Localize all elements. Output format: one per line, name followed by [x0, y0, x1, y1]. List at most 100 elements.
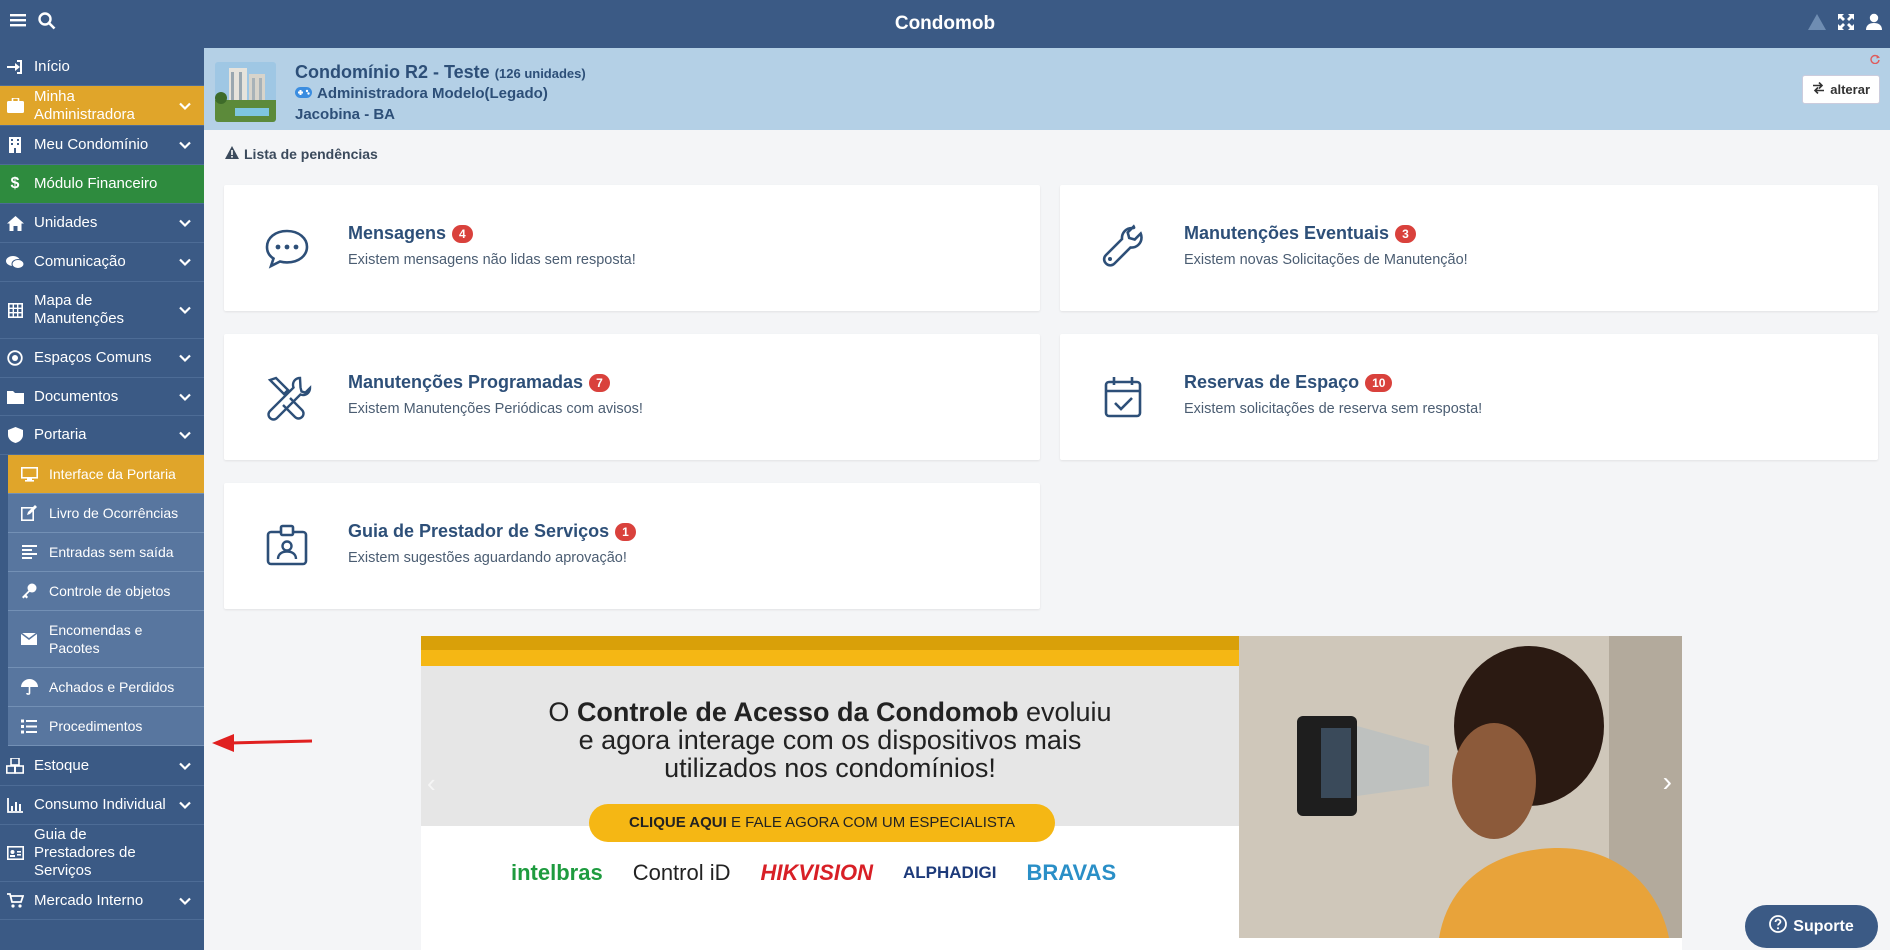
condo-name: Condomínio R2 - Teste (126 unidades)	[295, 62, 586, 83]
submenu-item-achados-e-perdidos[interactable]: Achados e Perdidos	[8, 668, 204, 707]
brand-logo-alphadigi: ALPHADIGI	[902, 863, 997, 882]
sidebar-item-modulo-financeiro[interactable]: $ Módulo Financeiro	[0, 165, 204, 204]
carousel-next-arrow[interactable]: ›	[1663, 766, 1672, 798]
chevron-down-icon	[179, 219, 191, 228]
count-badge: 4	[452, 224, 473, 243]
app-title: Condomob	[894, 13, 996, 34]
pending-card-reservas-de-espaco[interactable]: Reservas de Espaço 10 Existem solicitaçõ…	[1060, 334, 1878, 460]
support-label: Suporte	[1793, 917, 1854, 935]
fullscreen-icon[interactable]	[1838, 13, 1854, 30]
sidebar-item-comunicacao[interactable]: Comunicação	[0, 243, 204, 282]
sidebar-item-estoque[interactable]: Estoque	[0, 746, 204, 786]
condo-units: (126 unidades)	[494, 66, 586, 81]
top-navbar: Condomob	[0, 0, 1890, 48]
pending-card-guia-prestador[interactable]: Guia de Prestador de Serviços 1 Existem …	[224, 483, 1040, 609]
sidebar-item-meu-condominio[interactable]: Meu Condomínio	[0, 126, 204, 165]
align-left-icon	[20, 543, 38, 561]
pending-card-manutencoes-programadas[interactable]: Manutenções Programadas 7 Existem Manute…	[224, 334, 1040, 460]
shield-icon	[6, 426, 24, 444]
banner-cta-bold: CLIQUE AQUI	[629, 814, 727, 831]
submenu-item-livro-de-ocorrencias[interactable]: Livro de Ocorrências	[8, 494, 204, 533]
submenu-item-label: Controle de objetos	[49, 583, 171, 599]
brand-logo-hikvision: HIKVISION	[760, 860, 873, 885]
submenu-item-entradas-sem-saida[interactable]: Entradas sem saída	[8, 533, 204, 572]
submenu-item-procedimentos[interactable]: Procedimentos	[8, 707, 204, 746]
comments-icon	[6, 253, 24, 271]
condo-header: Condomínio R2 - Teste (126 unidades) Adm…	[204, 48, 1890, 130]
pending-card-manutencoes-eventuais[interactable]: Manutenções Eventuais 3 Existem novas So…	[1060, 185, 1878, 311]
sidebar-item-label: Unidades	[34, 214, 98, 231]
brand-logo-intelbras: intelbras	[511, 860, 603, 885]
sidebar-item-consumo-individual[interactable]: Consumo Individual	[0, 786, 204, 825]
user-icon[interactable]	[1866, 13, 1882, 30]
pending-card-mensagens[interactable]: Mensagens 4 Existem mensagens não lidas …	[224, 185, 1040, 311]
brand-logo-bravas: BRAVAS	[1026, 860, 1117, 885]
brand-logo-controlid: Control iD	[632, 860, 731, 885]
sidebar-item-label: Meu Condomínio	[34, 136, 149, 153]
count-badge: 3	[1395, 224, 1416, 243]
refresh-icon[interactable]	[1870, 54, 1880, 64]
condo-admin: Administradora Modelo(Legado)	[295, 85, 548, 102]
banner-line1-prefix: O	[548, 697, 577, 727]
sidebar-item-minha-administradora[interactable]: Minha Administradora	[0, 86, 204, 126]
promo-banner-carousel[interactable]: O Controle de Acesso da Condomob evoluiu…	[421, 636, 1682, 950]
sidebar-item-label: Consumo Individual	[34, 796, 166, 813]
submenu-item-controle-de-objetos[interactable]: Controle de objetos	[8, 572, 204, 611]
change-condo-label: alterar	[1830, 82, 1870, 97]
sidebar-item-mercado-interno[interactable]: Mercado Interno	[0, 882, 204, 920]
card-description: Existem solicitações de reserva sem resp…	[1184, 401, 1483, 417]
edit-icon	[20, 504, 38, 522]
condo-name-text: Condomínio R2 - Teste	[295, 62, 490, 82]
submenu-item-label: Interface da Portaria	[49, 466, 176, 482]
banner-line1-bold: Controle de Acesso da Condomob	[576, 697, 1019, 727]
card-title: Manutenções Eventuais	[1184, 223, 1390, 243]
tools-icon	[267, 376, 312, 421]
banner-top-strip-dark	[421, 636, 1239, 650]
submenu-item-label: Entradas sem saída	[49, 544, 174, 560]
sidebar-item-label: Documentos	[34, 387, 119, 405]
chevron-down-icon	[179, 431, 191, 440]
chevron-down-icon	[179, 354, 191, 363]
building-icon	[6, 136, 24, 154]
sidebar-item-unidades[interactable]: Unidades	[0, 204, 204, 243]
folder-icon	[6, 388, 24, 406]
sidebar-item-label: Portaria	[34, 426, 87, 443]
banner-line1-suffix: evoluiu	[1018, 697, 1112, 727]
carousel-prev-arrow[interactable]: ‹	[427, 768, 436, 799]
sidebar-item-documentos[interactable]: Documentos	[0, 378, 204, 416]
chevron-down-icon	[179, 141, 191, 150]
chart-icon	[6, 796, 24, 814]
cubes-icon	[6, 757, 24, 775]
portaria-submenu: Interface da Portaria Livro de Ocorrênci…	[0, 455, 204, 746]
question-circle-icon	[1769, 915, 1788, 938]
cart-icon	[6, 892, 24, 910]
support-button[interactable]: Suporte	[1745, 905, 1878, 948]
sidebar-item-inicio[interactable]: Início	[0, 48, 204, 86]
card-title: Guia de Prestador de Serviços	[348, 521, 610, 541]
count-badge: 7	[589, 373, 610, 392]
condo-photo	[215, 62, 276, 122]
id-badge-icon	[266, 524, 308, 566]
banner-cta-button[interactable]: CLIQUE AQUI E FALE AGORA COM UM ESPECIAL…	[589, 804, 1055, 842]
sidebar-item-mapa-de-manutencoes[interactable]: Mapa de Manutenções	[0, 282, 204, 339]
banner-headline: O Controle de Acesso da Condomob evoluiu…	[421, 698, 1239, 782]
card-title: Manutenções Programadas	[348, 372, 584, 392]
warning-icon[interactable]	[1808, 13, 1826, 30]
sidebar-item-label: Início	[34, 57, 70, 75]
sidebar-item-label: Guia de Prestadores de Serviços	[34, 826, 136, 879]
sidebar-item-guia-de-prestadores[interactable]: Guia de Prestadores de Serviços	[0, 825, 204, 882]
desktop-icon	[20, 465, 38, 483]
submenu-item-label: Encomendas e Pacotes	[49, 622, 143, 656]
sidebar-item-label: Mapa de Manutenções	[34, 292, 125, 327]
sidebar-item-portaria[interactable]: Portaria	[0, 416, 204, 455]
card-description: Existem novas Solicitações de Manutenção…	[1184, 252, 1468, 268]
gamepad-icon	[295, 85, 312, 102]
submenu-item-interface-da-portaria[interactable]: Interface da Portaria	[8, 455, 204, 494]
condo-admin-text: Administradora Modelo(Legado)	[317, 85, 548, 102]
banner-line3: utilizados nos condomínios!	[664, 753, 996, 783]
sidebar-item-espacos-comuns[interactable]: Espaços Comuns	[0, 339, 204, 378]
change-condo-button[interactable]: alterar	[1802, 75, 1880, 104]
submenu-item-encomendas-e-pacotes[interactable]: Encomendas e Pacotes	[8, 611, 204, 668]
sidebar-item-label: Módulo Financeiro	[34, 175, 158, 192]
sidebar: Início Minha Administradora Meu Condomín…	[0, 48, 204, 950]
